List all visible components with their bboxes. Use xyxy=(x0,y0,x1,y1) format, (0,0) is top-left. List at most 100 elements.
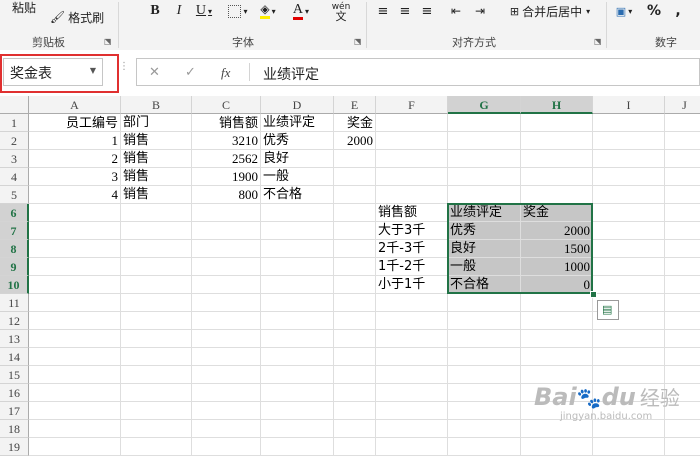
align-right-icon[interactable]: ≡ xyxy=(418,2,436,20)
cell-g17[interactable] xyxy=(448,402,521,420)
row-header-12[interactable]: 12 xyxy=(0,312,29,330)
cell-f12[interactable] xyxy=(376,312,448,330)
borders-button[interactable]: ▾ xyxy=(226,2,250,20)
cell-g5[interactable] xyxy=(448,186,521,204)
cell-f6[interactable]: 销售额 xyxy=(376,204,448,222)
cell-f9[interactable]: 1千-2千 xyxy=(376,258,448,276)
cell-f2[interactable] xyxy=(376,132,448,150)
cell-f10[interactable]: 小于1千 xyxy=(376,276,448,294)
cell-d8[interactable] xyxy=(261,240,334,258)
clipboard-launcher-icon[interactable]: ⬔ xyxy=(104,37,112,46)
cell-a15[interactable] xyxy=(29,366,121,384)
cell-i9[interactable] xyxy=(593,258,665,276)
cell-b19[interactable] xyxy=(121,438,192,456)
cell-b3[interactable]: 销售 xyxy=(121,150,192,168)
cell-a4[interactable]: 3 xyxy=(29,168,121,186)
cell-h1[interactable] xyxy=(521,114,593,132)
row-header-3[interactable]: 3 xyxy=(0,150,29,168)
cell-c5[interactable]: 800 xyxy=(192,186,261,204)
cell-h11[interactable] xyxy=(521,294,593,312)
cell-a5[interactable]: 4 xyxy=(29,186,121,204)
cell-j5[interactable] xyxy=(665,186,700,204)
cell-c1[interactable]: 销售额 xyxy=(192,114,261,132)
cell-g14[interactable] xyxy=(448,348,521,366)
cell-b8[interactable] xyxy=(121,240,192,258)
cell-g18[interactable] xyxy=(448,420,521,438)
cell-c2[interactable]: 3210 xyxy=(192,132,261,150)
cell-i18[interactable] xyxy=(593,420,665,438)
cell-c13[interactable] xyxy=(192,330,261,348)
cell-h3[interactable] xyxy=(521,150,593,168)
select-all-corner[interactable] xyxy=(0,96,29,114)
cell-g3[interactable] xyxy=(448,150,521,168)
cell-h13[interactable] xyxy=(521,330,593,348)
cell-e13[interactable] xyxy=(334,330,376,348)
cell-a16[interactable] xyxy=(29,384,121,402)
row-header-7[interactable]: 7 xyxy=(0,222,29,240)
cell-e11[interactable] xyxy=(334,294,376,312)
row-header-14[interactable]: 14 xyxy=(0,348,29,366)
cancel-icon[interactable]: ✕ xyxy=(149,65,160,80)
cell-a6[interactable] xyxy=(29,204,121,222)
cell-j13[interactable] xyxy=(665,330,700,348)
cell-b4[interactable]: 销售 xyxy=(121,168,192,186)
insert-function-button[interactable]: fx xyxy=(221,65,230,81)
cell-g1[interactable] xyxy=(448,114,521,132)
cell-d14[interactable] xyxy=(261,348,334,366)
row-header-16[interactable]: 16 xyxy=(0,384,29,402)
cell-h12[interactable] xyxy=(521,312,593,330)
italic-button[interactable]: I xyxy=(170,2,188,20)
cell-b2[interactable]: 销售 xyxy=(121,132,192,150)
cell-e17[interactable] xyxy=(334,402,376,420)
cell-i19[interactable] xyxy=(593,438,665,456)
cell-d19[interactable] xyxy=(261,438,334,456)
column-header-c[interactable]: C xyxy=(192,96,261,114)
alignment-launcher-icon[interactable]: ⬔ xyxy=(594,37,602,46)
cell-b11[interactable] xyxy=(121,294,192,312)
cell-d7[interactable] xyxy=(261,222,334,240)
cell-j18[interactable] xyxy=(665,420,700,438)
row-header-6[interactable]: 6 xyxy=(0,204,29,222)
cell-b5[interactable]: 销售 xyxy=(121,186,192,204)
cell-d4[interactable]: 一般 xyxy=(261,168,334,186)
column-header-f[interactable]: F xyxy=(376,96,448,114)
cell-a12[interactable] xyxy=(29,312,121,330)
cell-g12[interactable] xyxy=(448,312,521,330)
cell-j1[interactable] xyxy=(665,114,700,132)
number-format-button[interactable]: ▣ ▾ xyxy=(610,1,638,21)
cell-c8[interactable] xyxy=(192,240,261,258)
row-header-9[interactable]: 9 xyxy=(0,258,29,276)
cell-d11[interactable] xyxy=(261,294,334,312)
cell-j19[interactable] xyxy=(665,438,700,456)
increase-indent-icon[interactable]: ⇥ xyxy=(470,2,490,20)
row-header-17[interactable]: 17 xyxy=(0,402,29,420)
cell-c17[interactable] xyxy=(192,402,261,420)
cell-a2[interactable]: 1 xyxy=(29,132,121,150)
cell-c14[interactable] xyxy=(192,348,261,366)
cell-a13[interactable] xyxy=(29,330,121,348)
cell-h2[interactable] xyxy=(521,132,593,150)
cell-j7[interactable] xyxy=(665,222,700,240)
underline-button[interactable]: U ▾ xyxy=(192,2,216,20)
cell-e19[interactable] xyxy=(334,438,376,456)
percent-button[interactable]: % xyxy=(644,1,664,21)
cell-h18[interactable] xyxy=(521,420,593,438)
cell-b18[interactable] xyxy=(121,420,192,438)
cell-g19[interactable] xyxy=(448,438,521,456)
paste-button[interactable]: 粘贴 xyxy=(6,0,42,15)
cell-f15[interactable] xyxy=(376,366,448,384)
cell-d16[interactable] xyxy=(261,384,334,402)
cell-i8[interactable] xyxy=(593,240,665,258)
font-launcher-icon[interactable]: ⬔ xyxy=(354,37,362,46)
cell-d13[interactable] xyxy=(261,330,334,348)
row-header-13[interactable]: 13 xyxy=(0,330,29,348)
column-header-b[interactable]: B xyxy=(121,96,192,114)
column-header-a[interactable]: A xyxy=(29,96,121,114)
cell-a3[interactable]: 2 xyxy=(29,150,121,168)
cell-e10[interactable] xyxy=(334,276,376,294)
cell-i2[interactable] xyxy=(593,132,665,150)
fill-handle[interactable] xyxy=(590,291,597,298)
quick-analysis-button[interactable]: ▤ xyxy=(597,300,619,320)
cell-i3[interactable] xyxy=(593,150,665,168)
cell-b1[interactable]: 部门 xyxy=(121,114,192,132)
